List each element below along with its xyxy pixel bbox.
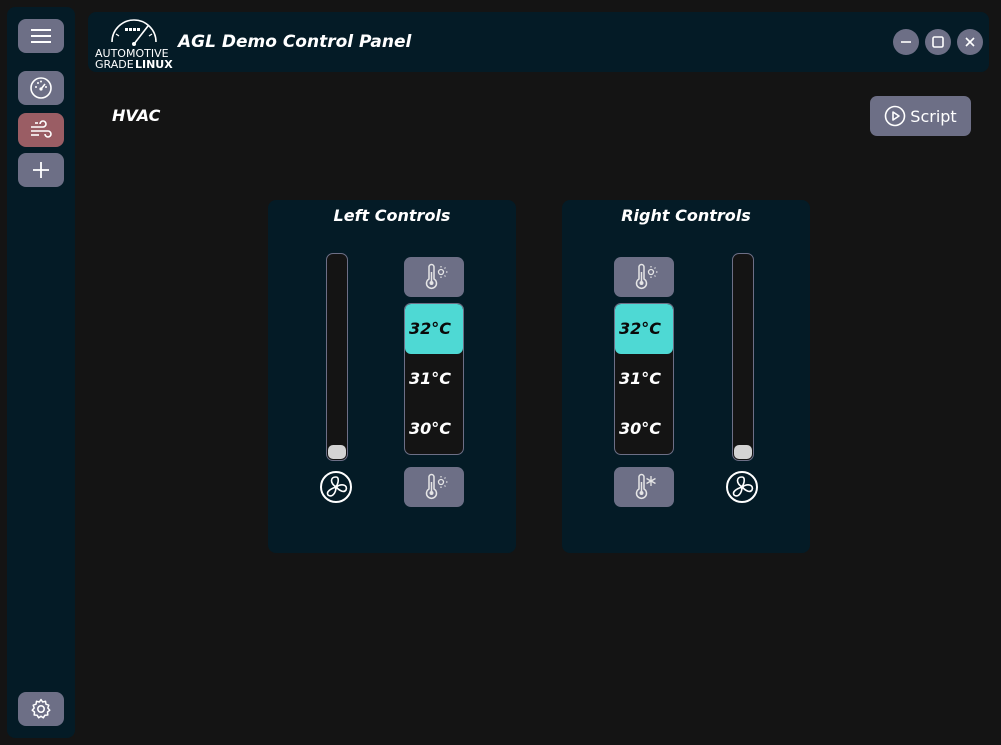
dashboard-gauge-icon <box>30 77 52 99</box>
right-controls-panel: Right Controls 32°C 31°C 30°C <box>562 200 810 553</box>
add-button[interactable] <box>18 153 64 187</box>
right-temperature-list[interactable]: 32°C 31°C 30°C <box>614 303 674 455</box>
dashboard-button[interactable] <box>18 71 64 105</box>
right-fan-slider-handle[interactable] <box>734 445 752 459</box>
thermometer-sun-icon <box>425 263 448 290</box>
right-fan-button[interactable] <box>725 470 759 504</box>
temperature-option[interactable]: 31°C <box>615 354 673 404</box>
hvac-button[interactable] <box>18 113 64 147</box>
temperature-option[interactable]: 30°C <box>615 404 673 454</box>
minimize-icon <box>901 41 911 43</box>
left-controls-panel: Left Controls 32°C 31°C 30°C <box>268 200 516 553</box>
title-bar: AUTOMOTIVE GRADE LINUX AGL Demo Control … <box>88 12 989 72</box>
thermometer-sun-icon <box>425 473 448 500</box>
maximize-button[interactable] <box>925 29 951 55</box>
minimize-button[interactable] <box>893 29 919 55</box>
maximize-icon <box>932 36 944 48</box>
temperature-option[interactable]: 32°C <box>615 304 673 354</box>
left-fan-button[interactable] <box>319 470 353 504</box>
fan-icon <box>320 471 352 503</box>
thermometer-sun-icon <box>635 263 658 290</box>
app-title: AGL Demo Control Panel <box>178 32 412 52</box>
script-button-label: Script <box>910 106 957 126</box>
hamburger-menu-icon <box>31 29 51 43</box>
page-title: HVAC <box>112 106 161 125</box>
temperature-option[interactable]: 32°C <box>405 304 463 354</box>
left-fan-slider-handle[interactable] <box>328 445 346 459</box>
wind-icon <box>31 120 52 138</box>
right-fan-slider[interactable] <box>732 253 754 461</box>
right-temp-mode-button[interactable] <box>614 467 674 507</box>
sidebar <box>7 7 75 738</box>
thermometer-snowflake-icon <box>635 473 656 500</box>
right-controls-title: Right Controls <box>621 206 751 225</box>
svg-text:GRADE: GRADE <box>95 58 134 71</box>
left-temp-up-button[interactable] <box>404 257 464 297</box>
plus-icon <box>33 162 49 178</box>
gear-icon <box>31 698 51 719</box>
close-button[interactable] <box>957 29 983 55</box>
temperature-option[interactable]: 31°C <box>405 354 463 404</box>
play-circle-icon <box>884 105 906 127</box>
close-icon <box>965 37 975 47</box>
svg-text:LINUX: LINUX <box>135 58 173 71</box>
menu-button[interactable] <box>18 19 64 53</box>
left-fan-slider[interactable] <box>326 253 348 461</box>
temperature-option[interactable]: 30°C <box>405 404 463 454</box>
right-temp-up-button[interactable] <box>614 257 674 297</box>
left-temperature-list[interactable]: 32°C 31°C 30°C <box>404 303 464 455</box>
fan-icon <box>726 471 758 503</box>
left-temp-mode-button[interactable] <box>404 467 464 507</box>
agl-logo: AUTOMOTIVE GRADE LINUX <box>94 12 174 72</box>
script-button[interactable]: Script <box>870 96 971 136</box>
settings-button[interactable] <box>18 692 64 726</box>
left-controls-title: Left Controls <box>333 206 451 225</box>
